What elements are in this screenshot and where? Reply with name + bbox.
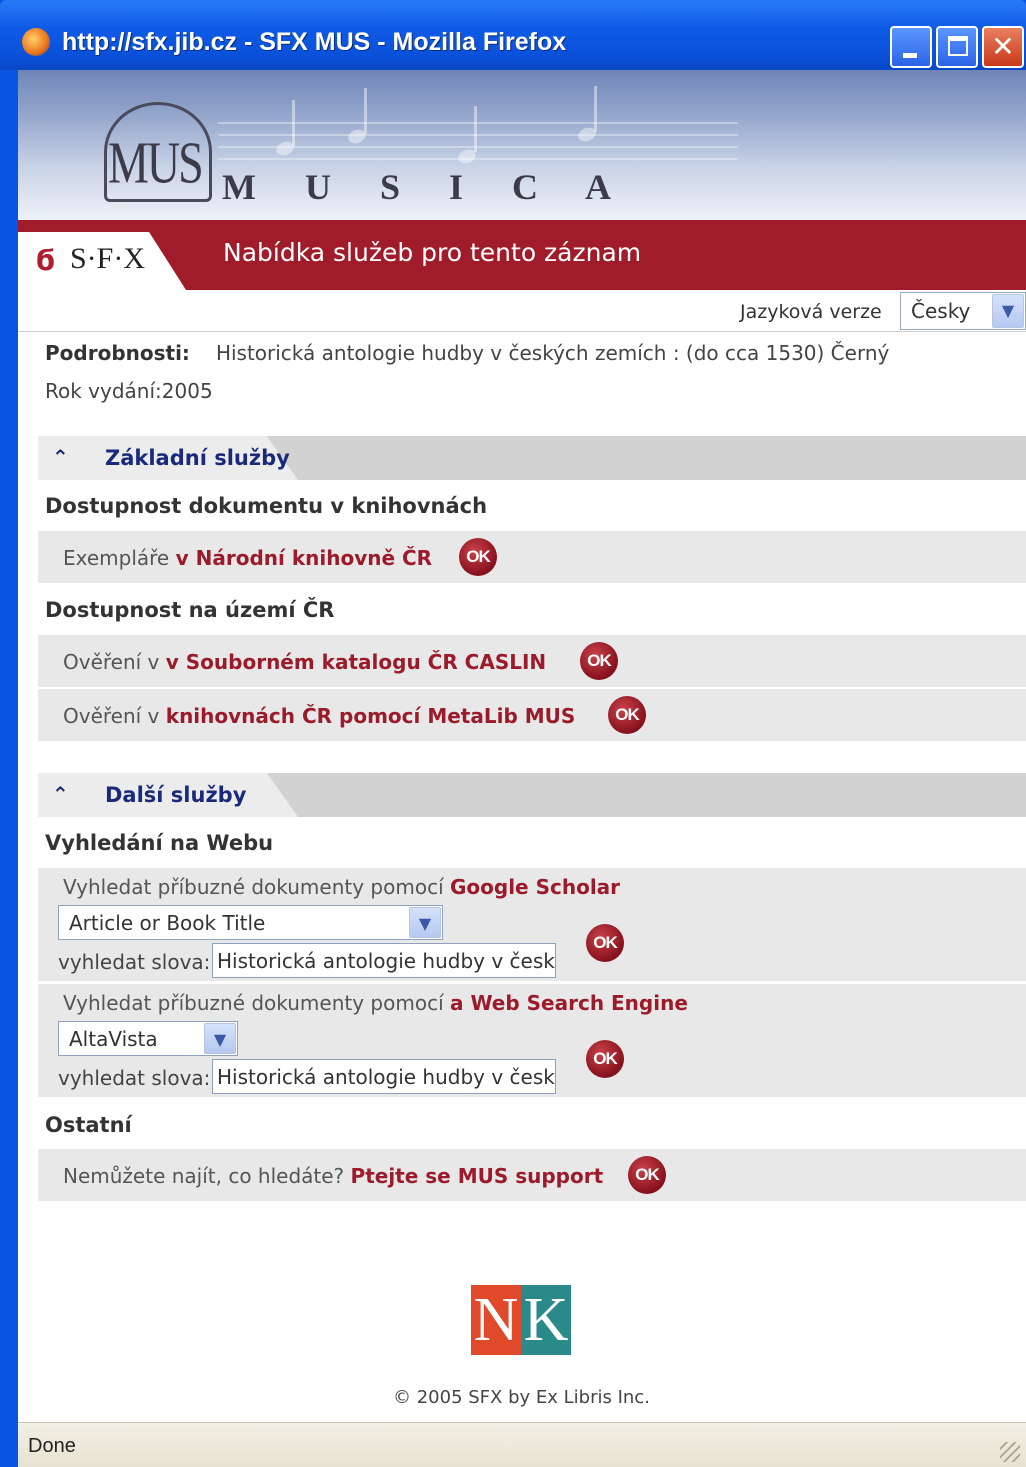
service-link[interactable]: v Souborném katalogu ČR CASLIN [166,650,546,674]
ok-button[interactable]: OK [586,924,624,962]
group-title-web: Vyhledání na Webu [45,831,274,855]
maximize-icon [948,36,968,56]
input-value: Historická antologie hudby v českých [217,949,556,973]
group-title-libraries: Dostupnost dokumentu v knihovnách [45,494,488,518]
service-text: Vyhledat příbuzné dokumenty pomocí Googl… [63,875,620,899]
chevron-down-icon[interactable]: ▼ [409,907,441,938]
nk-logo[interactable]: N K [471,1285,571,1355]
nk-logo-n: N [471,1285,521,1355]
browser-window: http://sfx.jib.cz - SFX MUS - Mozilla Fi… [0,0,1026,1467]
section-basic-services[interactable]: ⌃ Základní služby [38,436,1026,480]
maximize-button[interactable] [936,26,978,68]
sfx-logo-icon: ϭ [35,244,56,277]
window-title: http://sfx.jib.cz - SFX MUS - Mozilla Fi… [62,28,567,56]
minimize-button[interactable] [890,26,932,68]
input-value: Historická antologie hudby v českých [217,1065,556,1089]
section-title: Další služby [105,783,247,807]
firefox-icon [22,28,50,56]
service-link[interactable]: Ptejte se MUS support [351,1164,604,1188]
search-engine-select[interactable]: AltaVista ▼ [58,1021,238,1056]
staff-line [218,146,738,148]
language-selected-value: Česky [911,299,971,323]
service-prefix: Nemůžete najít, co hledáte? [63,1164,351,1188]
group-title-territory: Dostupnost na území ČR [45,598,335,622]
service-prefix: Vyhledat příbuzné dokumenty pomocí [63,875,450,899]
service-text: Ověření v v Souborném katalogu ČR CASLIN [63,650,546,674]
service-row: Exempláře v Národní knihovně ČR OK [38,531,1026,583]
ok-button[interactable]: OK [628,1156,666,1194]
service-prefix: Exempláře [63,546,176,570]
ok-button[interactable]: OK [580,642,618,680]
search-words-label: vyhledat slova: [58,1066,211,1090]
staff-line [218,134,738,136]
music-note-icon [594,86,597,132]
language-row: Jazyková verze Česky ▼ [18,290,1026,332]
staff-line [218,122,738,124]
chevron-down-icon[interactable]: ▼ [992,294,1024,328]
search-words-input[interactable]: Historická antologie hudby v českých [212,943,556,978]
service-link[interactable]: a Web Search Engine [450,991,688,1015]
staff-line [218,158,738,160]
service-row: Ověření v v Souborném katalogu ČR CASLIN… [38,635,1026,687]
select-value: AltaVista [69,1027,158,1051]
select-value: Article or Book Title [69,911,266,935]
language-select[interactable]: Česky ▼ [900,292,1026,330]
musica-title: M U S I C A [222,167,632,207]
close-button[interactable]: ✕ [982,26,1024,68]
mus-logo-text: MUS [108,129,204,196]
details-label: Podrobnosti: [45,341,190,365]
details-line: Podrobnosti: Historická antologie hudby v… [45,341,889,365]
collapse-icon[interactable]: ⌃ [52,782,69,806]
section-title: Základní služby [105,446,290,470]
minimize-icon [903,53,917,58]
details-value: Historická antologie hudby v českých zem… [215,341,890,365]
service-text: Nemůžete najít, co hledáte? Ptejte se MU… [63,1164,603,1188]
resize-grip-icon[interactable] [1000,1442,1020,1462]
publication-year: Rok vydání:2005 [45,379,213,403]
service-prefix: Vyhledat příbuzné dokumenty pomocí [63,991,450,1015]
music-note-icon [474,106,477,152]
search-words-label: vyhledat slova: [58,950,211,974]
close-icon: ✕ [991,30,1015,63]
title-bar: http://sfx.jib.cz - SFX MUS - Mozilla Fi… [0,0,1026,70]
music-note-icon [292,100,295,146]
page-title: Nabídka služeb pro tento záznam [223,238,642,267]
page-content: MUS M U S I C A ϭ S·F·X Nabídka služeb p… [18,70,1026,1422]
service-text: Exempláře v Národní knihovně ČR [63,546,432,570]
search-field-select[interactable]: Article or Book Title ▼ [58,905,443,940]
service-row: Nemůžete najít, co hledáte? Ptejte se MU… [38,1149,1026,1201]
section-more-services[interactable]: ⌃ Další služby [38,773,1026,817]
sfx-logo: S·F·X [70,242,146,275]
service-prefix: Ověření v [63,650,166,674]
music-note-icon [364,88,367,134]
ok-button[interactable]: OK [586,1040,624,1078]
nk-logo-k: K [521,1285,571,1355]
status-text: Done [28,1435,76,1457]
service-link[interactable]: knihovnách ČR pomocí MetaLib MUS [166,704,576,728]
service-text: Vyhledat příbuzné dokumenty pomocí a Web… [63,991,688,1015]
collapse-icon[interactable]: ⌃ [52,445,69,469]
chevron-down-icon[interactable]: ▼ [204,1023,236,1054]
group-title-other: Ostatní [45,1113,132,1137]
language-label: Jazyková verze [740,301,882,323]
ok-button[interactable]: OK [608,696,646,734]
service-text: Ověření v knihovnách ČR pomocí MetaLib M… [63,704,575,728]
ok-button[interactable]: OK [459,538,497,576]
copyright-text: © 2005 SFX by Ex Libris Inc. [393,1387,650,1408]
search-words-input[interactable]: Historická antologie hudby v českých [212,1059,556,1094]
service-prefix: Ověření v [63,704,166,728]
service-row: Ověření v knihovnách ČR pomocí MetaLib M… [38,689,1026,741]
service-link[interactable]: Google Scholar [450,875,620,899]
web-search-row: Vyhledat příbuzné dokumenty pomocí Googl… [38,868,1026,981]
status-bar: Done [18,1422,1026,1467]
musica-banner: MUS M U S I C A [18,70,1026,220]
service-link[interactable]: v Národní knihovně ČR [176,546,432,570]
web-search-row: Vyhledat příbuzné dokumenty pomocí a Web… [38,984,1026,1097]
